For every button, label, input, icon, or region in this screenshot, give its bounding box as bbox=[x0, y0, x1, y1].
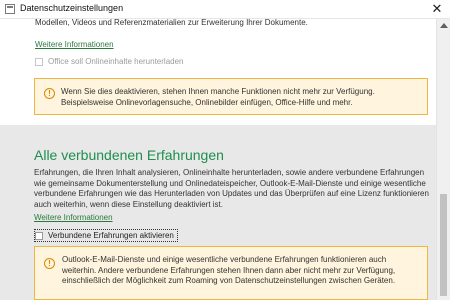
notice-box-connected: ! Outlook-E-Mail-Dienste und einige wese… bbox=[34, 246, 428, 300]
window-title: Datenschutzeinstellungen bbox=[20, 3, 124, 13]
notice-text-connected: Outlook-E-Mail-Dienste und einige wesent… bbox=[62, 255, 396, 285]
connected-experiences-section: Alle verbundenen Erfahrungen Erfahrungen… bbox=[0, 125, 436, 300]
section-description: Erfahrungen, die Ihren Inhalt analysiere… bbox=[34, 168, 429, 209]
connected-experiences-checkbox-label: Verbundene Erfahrungen aktivieren bbox=[48, 231, 174, 240]
online-content-checkbox-label: Office soll Onlineinhalte herunterladen bbox=[48, 57, 184, 66]
warning-icon: ! bbox=[44, 88, 55, 99]
warning-icon: ! bbox=[44, 258, 55, 269]
top-section: Modellen, Videos und Referenzmaterialien… bbox=[0, 19, 436, 125]
connected-experiences-checkbox[interactable] bbox=[35, 231, 43, 240]
online-content-checkbox-row[interactable]: Office soll Onlineinhalte herunterladen bbox=[35, 57, 184, 66]
notice-box-top: ! Wenn Sie dies deaktivieren, stehen Ihn… bbox=[34, 78, 428, 115]
online-content-checkbox[interactable] bbox=[35, 57, 43, 66]
intro-text: Modellen, Videos und Referenzmaterialien… bbox=[35, 19, 308, 27]
close-button[interactable]: ✕ bbox=[424, 0, 450, 18]
vertical-scrollbar[interactable] bbox=[436, 19, 450, 300]
settings-content: Modellen, Videos und Referenzmaterialien… bbox=[0, 19, 436, 300]
more-info-link-connected[interactable]: Weitere Informationen bbox=[34, 213, 113, 222]
document-icon bbox=[5, 4, 15, 14]
title-bar: Datenschutzeinstellungen ✕ bbox=[0, 0, 450, 19]
scroll-thumb[interactable] bbox=[440, 194, 447, 296]
more-info-link-top[interactable]: Weitere Informationen bbox=[35, 40, 114, 49]
connected-experiences-checkbox-row[interactable]: Verbundene Erfahrungen aktivieren bbox=[34, 229, 178, 242]
section-heading: Alle verbundenen Erfahrungen bbox=[34, 147, 224, 163]
notice-text-top: Wenn Sie dies deaktivieren, stehen Ihnen… bbox=[61, 87, 375, 107]
scroll-up-arrow-icon[interactable] bbox=[440, 23, 448, 28]
